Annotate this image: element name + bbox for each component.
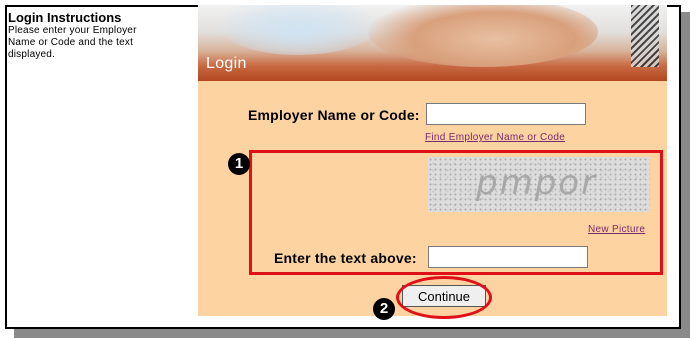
step-badge-2: 2 [373, 298, 395, 320]
instructions-line-1: Please enter your Employer [8, 25, 137, 36]
step-badge-1: 1 [228, 153, 250, 175]
employer-name-input[interactable] [426, 103, 586, 125]
instructions-line-3: displayed. [8, 49, 56, 60]
instructions-line-2: Name or Code and the text [8, 37, 134, 48]
instructions-title: Login Instructions [8, 10, 122, 25]
banner-photo-cuff [631, 5, 659, 67]
banner-title: Login [206, 55, 247, 72]
employer-label: Employer Name or Code: [248, 107, 420, 123]
captcha-highlight-box [249, 150, 663, 275]
find-employer-link[interactable]: Find Employer Name or Code [425, 132, 565, 143]
continue-highlight-ellipse [396, 276, 492, 319]
login-instructions: Login Instructions Please enter your Emp… [8, 10, 188, 61]
login-banner-image: Login [198, 5, 667, 81]
banner-photo-arm [368, 5, 598, 67]
banner-photo-highlight [218, 5, 378, 55]
